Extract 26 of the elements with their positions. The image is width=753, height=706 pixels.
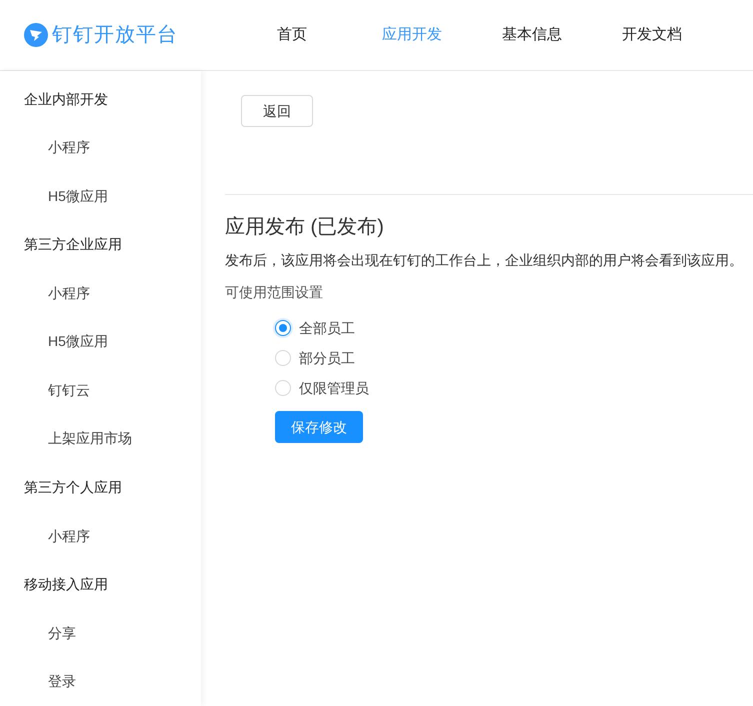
logo-icon xyxy=(24,23,48,47)
sidebar-subitem[interactable]: 登录 xyxy=(0,657,201,706)
radio-button[interactable] xyxy=(275,320,291,336)
nav-tab[interactable]: 首页 xyxy=(232,24,352,46)
sidebar-subitem[interactable]: 小程序 xyxy=(0,124,201,172)
sidebar-subitem[interactable]: 小程序 xyxy=(0,269,201,318)
nav-tab[interactable]: 开发文档 xyxy=(592,24,712,46)
sidebar-subitem[interactable]: H5微应用 xyxy=(0,172,201,221)
sidebar-group[interactable]: 第三方个人应用 xyxy=(0,463,201,512)
back-button[interactable]: 返回 xyxy=(241,95,313,127)
option-label: 全部员工 xyxy=(299,318,355,338)
sidebar-subitem[interactable]: 分享 xyxy=(0,608,201,658)
sidebar-subitem[interactable]: 上架应用市场 xyxy=(0,414,201,464)
sidebar-group[interactable]: 移动接入应用 xyxy=(0,560,201,609)
sidebar-subitem[interactable]: 小程序 xyxy=(0,512,201,560)
section-title: 应用发布 (已发布) xyxy=(225,215,385,240)
scope-label: 可使用范围设置 xyxy=(225,283,324,302)
sidebar-group[interactable]: 企业内部开发 xyxy=(0,75,201,124)
sidebar-group[interactable]: 第三方企业应用 xyxy=(0,220,201,270)
option-label: 部分员工 xyxy=(299,348,355,368)
nav-tab[interactable]: 基本信息 xyxy=(472,24,592,46)
option-label: 仅限管理员 xyxy=(299,378,369,398)
description: 发布后，该应用将会出现在钉钉的工作台上，企业组织内部的用户将会看到该应用。 xyxy=(225,251,744,270)
logo-text: 钉钉开放平台 xyxy=(52,23,178,48)
sidebar-subitem[interactable]: 钉钉云 xyxy=(0,366,201,415)
sidebar-subitem[interactable]: H5微应用 xyxy=(0,318,201,366)
